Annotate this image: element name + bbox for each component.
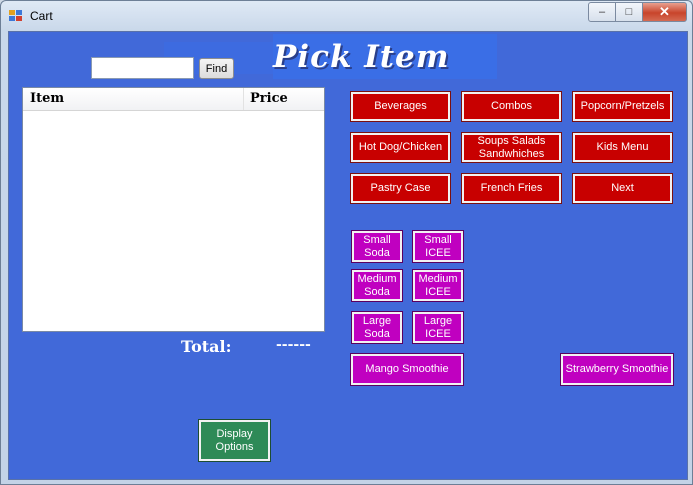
strawberry-smoothie-button[interactable]: Strawberry Smoothie xyxy=(560,353,674,386)
app-icon xyxy=(9,10,23,22)
search-input[interactable] xyxy=(91,57,194,79)
title-bar[interactable]: Cart – □ ✕ xyxy=(1,1,692,31)
window-title: Cart xyxy=(30,9,53,23)
close-button[interactable]: ✕ xyxy=(642,2,687,22)
category-popcorn-pretzels-button[interactable]: Popcorn/Pretzels xyxy=(572,91,673,122)
small-soda-button[interactable]: Small Soda xyxy=(351,230,403,263)
item-list[interactable]: Item Price xyxy=(22,87,325,332)
minimize-button[interactable]: – xyxy=(588,2,616,22)
column-price[interactable]: Price xyxy=(250,91,288,106)
total-label: Total: xyxy=(181,337,232,356)
page-title: Pick Item xyxy=(273,39,450,75)
find-button[interactable]: Find xyxy=(199,58,234,79)
large-icee-button[interactable]: Large ICEE xyxy=(412,311,464,344)
large-soda-button[interactable]: Large Soda xyxy=(351,311,403,344)
small-icee-button[interactable]: Small ICEE xyxy=(412,230,464,263)
mango-smoothie-button[interactable]: Mango Smoothie xyxy=(350,353,464,386)
category-soups-salads-button[interactable]: Soups Salads Sandwhiches xyxy=(461,132,562,163)
medium-icee-button[interactable]: Medium ICEE xyxy=(412,269,464,302)
maximize-button[interactable]: □ xyxy=(615,2,643,22)
category-combos-button[interactable]: Combos xyxy=(461,91,562,122)
list-header: Item Price xyxy=(23,88,324,111)
category-french-fries-button[interactable]: French Fries xyxy=(461,173,562,204)
display-options-button[interactable]: Display Options xyxy=(198,419,271,462)
column-divider[interactable] xyxy=(243,88,244,110)
cart-window: Cart – □ ✕ Pick Item Find Item Price Tot… xyxy=(0,0,693,485)
medium-soda-button[interactable]: Medium Soda xyxy=(351,269,403,302)
column-item[interactable]: Item xyxy=(30,91,64,106)
category-hotdog-chicken-button[interactable]: Hot Dog/Chicken xyxy=(350,132,451,163)
category-beverages-button[interactable]: Beverages xyxy=(350,91,451,122)
client-area: Pick Item Find Item Price Total: ------ … xyxy=(8,31,688,480)
category-pastry-case-button[interactable]: Pastry Case xyxy=(350,173,451,204)
next-button[interactable]: Next xyxy=(572,173,673,204)
total-value: ------ xyxy=(276,337,311,353)
category-kids-menu-button[interactable]: Kids Menu xyxy=(572,132,673,163)
